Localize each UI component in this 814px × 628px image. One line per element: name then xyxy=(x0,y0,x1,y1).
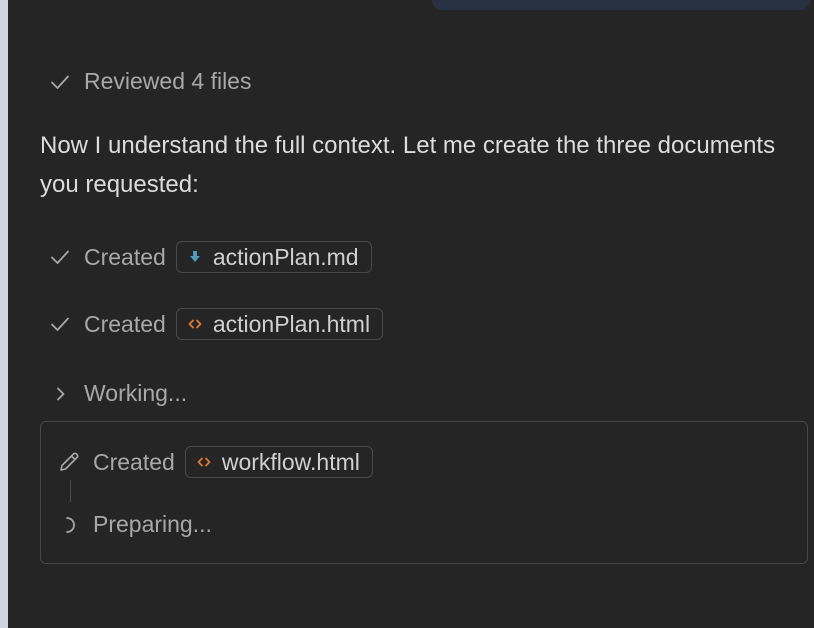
assistant-message: Now I understand the full context. Let m… xyxy=(40,132,776,198)
file-name: workflow.html xyxy=(221,448,360,475)
checkmark-icon xyxy=(48,245,72,269)
chevron-right-icon xyxy=(48,382,72,406)
html-code-icon xyxy=(187,318,203,330)
reviewed-files-label: Reviewed 4 files xyxy=(84,68,252,94)
created-step-actionplan-html: Created actionPlan.html xyxy=(48,308,384,340)
file-name: actionPlan.md xyxy=(212,243,359,270)
file-chip-actionplan-md[interactable]: actionPlan.md xyxy=(175,241,372,273)
created-label: Created xyxy=(84,243,166,270)
sidebar-edge xyxy=(0,0,8,628)
file-chip-workflow-html[interactable]: workflow.html xyxy=(184,446,373,478)
checkmark-icon xyxy=(48,312,72,336)
markdown-download-icon xyxy=(187,250,203,264)
created-step-actionplan-md: Created actionPlan.md xyxy=(48,241,372,273)
working-panel: Created workflow.html Preparing... xyxy=(40,421,808,564)
working-label: Working... xyxy=(84,380,188,406)
created-label: Created xyxy=(93,448,175,475)
pencil-icon xyxy=(57,450,81,474)
checkmark-icon xyxy=(48,70,72,94)
working-step[interactable]: Working... xyxy=(48,380,187,407)
file-name: actionPlan.html xyxy=(212,310,371,337)
reviewed-files-step[interactable]: Reviewed 4 files xyxy=(48,68,251,95)
user-message-bubble xyxy=(432,0,810,10)
preparing-step: Preparing... xyxy=(57,511,212,538)
file-chip-actionplan-html[interactable]: actionPlan.html xyxy=(175,308,384,340)
spinner-icon xyxy=(57,513,81,537)
created-step-workflow-html: Created workflow.html xyxy=(57,446,373,478)
tree-connector-line xyxy=(70,480,71,502)
created-label: Created xyxy=(84,310,166,337)
preparing-label: Preparing... xyxy=(93,511,212,537)
html-code-icon xyxy=(196,456,212,468)
